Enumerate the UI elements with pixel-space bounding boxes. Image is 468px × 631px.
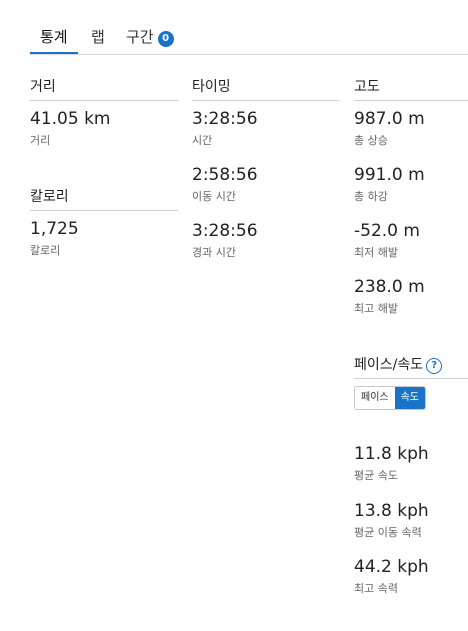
timing-stat-moving: 2:58:56 이동 시간 (192, 165, 258, 204)
speed-label: 평균 속도 (354, 469, 398, 482)
elevation-stat-loss: 991.0 m 총 하강 (354, 165, 425, 204)
elevation-stat-gain: 987.0 m 총 상승 (354, 109, 425, 148)
elevation-label: 최저 해발 (354, 246, 398, 259)
pace-speed-heading-label: 페이스/속도 (354, 357, 424, 373)
distance-stat: 41.05 km 거리 (30, 109, 110, 148)
calories-value: 1,725 (30, 219, 79, 239)
tab-segments-label: 구간 (126, 28, 154, 46)
tab-stats[interactable]: 통계 (30, 26, 78, 54)
timing-stat-time: 3:28:56 시간 (192, 109, 258, 148)
calories-label: 칼로리 (30, 244, 61, 257)
elevation-value: 991.0 m (354, 165, 425, 185)
calories-stat: 1,725 칼로리 (30, 219, 79, 258)
timing-value: 3:28:56 (192, 221, 258, 241)
elevation-label: 최고 해발 (354, 302, 398, 315)
speed-label: 평균 이동 속력 (354, 526, 422, 539)
speed-value: 13.8 kph (354, 501, 429, 521)
elevation-stat-min: -52.0 m 최저 해발 (354, 221, 420, 260)
timing-stat-elapsed: 3:28:56 경과 시간 (192, 221, 258, 260)
tab-laps[interactable]: 랩 (91, 26, 105, 54)
speed-stat-avg: 11.8 kph 평균 속도 (354, 444, 429, 483)
pace-toggle-button[interactable]: 페이스 (355, 387, 395, 409)
tab-laps-label: 랩 (91, 28, 105, 46)
timing-label: 시간 (192, 134, 213, 147)
timing-heading: 타이밍 (192, 76, 340, 101)
speed-value: 44.2 kph (354, 557, 429, 577)
distance-label: 거리 (30, 134, 51, 147)
elevation-label: 총 상승 (354, 134, 388, 147)
calories-heading: 칼로리 (30, 186, 178, 211)
elevation-label: 총 하강 (354, 190, 388, 203)
distance-heading: 거리 (30, 76, 178, 101)
elevation-stat-max: 238.0 m 최고 해발 (354, 277, 425, 316)
segments-count-badge: 0 (157, 31, 174, 47)
speed-stat-avg-moving: 13.8 kph 평균 이동 속력 (354, 501, 429, 540)
timing-value: 3:28:56 (192, 109, 258, 129)
distance-value: 41.05 km (30, 109, 111, 129)
elevation-value: 238.0 m (354, 277, 425, 297)
tab-stats-label: 통계 (40, 28, 68, 46)
question-circle-icon[interactable]: ? (426, 358, 443, 374)
elevation-value: -52.0 m (354, 221, 420, 241)
elevation-heading: 고도 (354, 76, 468, 101)
pace-speed-toggle: 페이스 속도 (354, 386, 427, 410)
speed-stat-max: 44.2 kph 최고 속력 (354, 557, 429, 596)
tab-segments[interactable]: 구간 0 (126, 26, 174, 54)
speed-value: 11.8 kph (354, 444, 429, 464)
speed-label: 최고 속력 (354, 582, 398, 595)
timing-value: 2:58:56 (192, 165, 258, 185)
pace-speed-heading: 페이스/속도? (354, 354, 468, 379)
speed-toggle-button[interactable]: 속도 (394, 387, 426, 409)
timing-label: 경과 시간 (192, 246, 236, 259)
elevation-value: 987.0 m (354, 109, 425, 129)
tab-bar: 통계 랩 구간 0 (30, 0, 468, 55)
timing-label: 이동 시간 (192, 190, 236, 203)
